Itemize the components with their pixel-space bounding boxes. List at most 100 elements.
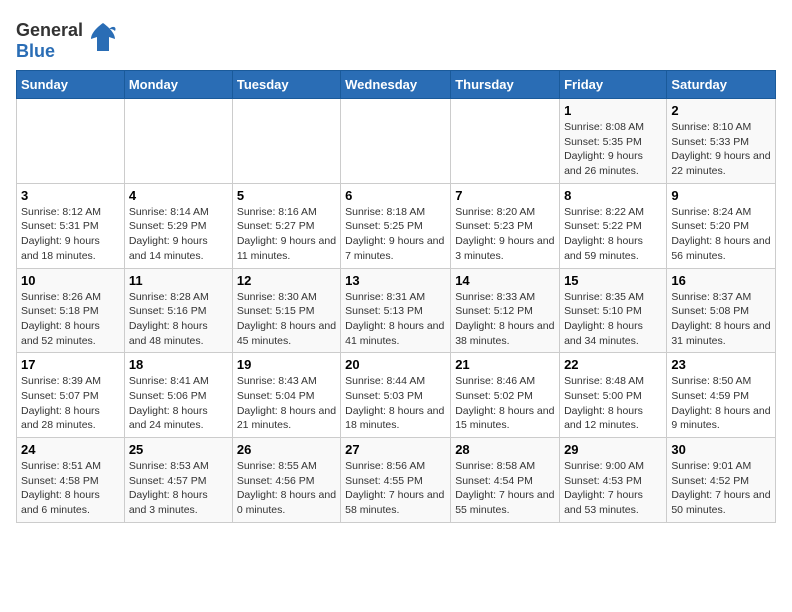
day-number: 29	[564, 442, 662, 457]
day-cell: 1 Sunrise: 8:08 AM Sunset: 5:35 PM Daylig…	[560, 99, 667, 184]
day-number: 22	[564, 357, 662, 372]
day-cell: 29 Sunrise: 9:00 AM Sunset: 4:53 PM Dayli…	[560, 438, 667, 523]
day-number: 18	[129, 357, 228, 372]
day-info: Sunrise: 8:28 AM Sunset: 5:16 PM Dayligh…	[129, 290, 228, 349]
day-cell: 23 Sunrise: 8:50 AM Sunset: 4:59 PM Dayli…	[667, 353, 776, 438]
day-cell: 3Sunrise: 8:12 AM Sunset: 5:31 PM Daylig…	[17, 183, 125, 268]
day-number: 6	[345, 188, 446, 203]
day-cell: 28 Sunrise: 8:58 AM Sunset: 4:54 PM Dayli…	[451, 438, 560, 523]
day-cell: 6 Sunrise: 8:18 AM Sunset: 5:25 PM Daylig…	[341, 183, 451, 268]
day-info: Sunrise: 8:43 AM Sunset: 5:04 PM Dayligh…	[237, 374, 336, 433]
day-number: 14	[455, 273, 555, 288]
day-header-monday: Monday	[124, 71, 232, 99]
week-row-1: 1 Sunrise: 8:08 AM Sunset: 5:35 PM Daylig…	[17, 99, 776, 184]
day-info: Sunrise: 8:08 AM Sunset: 5:35 PM Dayligh…	[564, 120, 662, 179]
day-cell	[232, 99, 340, 184]
day-cell: 21 Sunrise: 8:46 AM Sunset: 5:02 PM Dayli…	[451, 353, 560, 438]
day-number: 21	[455, 357, 555, 372]
day-number: 19	[237, 357, 336, 372]
day-cell: 14Sunrise: 8:33 AM Sunset: 5:12 PM Dayli…	[451, 268, 560, 353]
day-info: Sunrise: 8:56 AM Sunset: 4:55 PM Dayligh…	[345, 459, 446, 518]
day-info: Sunrise: 9:01 AM Sunset: 4:52 PM Dayligh…	[671, 459, 771, 518]
day-cell: 20 Sunrise: 8:44 AM Sunset: 5:03 PM Dayli…	[341, 353, 451, 438]
day-number: 15	[564, 273, 662, 288]
week-row-2: 3Sunrise: 8:12 AM Sunset: 5:31 PM Daylig…	[17, 183, 776, 268]
day-number: 9	[671, 188, 771, 203]
day-number: 30	[671, 442, 771, 457]
day-number: 17	[21, 357, 120, 372]
day-number: 4	[129, 188, 228, 203]
day-cell: 26Sunrise: 8:55 AM Sunset: 4:56 PM Dayli…	[232, 438, 340, 523]
day-number: 1	[564, 103, 662, 118]
calendar-body: 1 Sunrise: 8:08 AM Sunset: 5:35 PM Daylig…	[17, 99, 776, 523]
day-cell: 12 Sunrise: 8:30 AM Sunset: 5:15 PM Dayli…	[232, 268, 340, 353]
day-info: Sunrise: 8:44 AM Sunset: 5:03 PM Dayligh…	[345, 374, 446, 433]
day-info: Sunrise: 8:20 AM Sunset: 5:23 PM Dayligh…	[455, 205, 555, 264]
day-info: Sunrise: 9:00 AM Sunset: 4:53 PM Dayligh…	[564, 459, 662, 518]
day-info: Sunrise: 8:16 AM Sunset: 5:27 PM Dayligh…	[237, 205, 336, 264]
day-number: 27	[345, 442, 446, 457]
day-info: Sunrise: 8:30 AM Sunset: 5:15 PM Dayligh…	[237, 290, 336, 349]
day-number: 25	[129, 442, 228, 457]
day-header-friday: Friday	[560, 71, 667, 99]
day-info: Sunrise: 8:48 AM Sunset: 5:00 PM Dayligh…	[564, 374, 662, 433]
day-number: 20	[345, 357, 446, 372]
day-info: Sunrise: 8:14 AM Sunset: 5:29 PM Dayligh…	[129, 205, 228, 264]
day-info: Sunrise: 8:46 AM Sunset: 5:02 PM Dayligh…	[455, 374, 555, 433]
day-number: 16	[671, 273, 771, 288]
day-info: Sunrise: 8:22 AM Sunset: 5:22 PM Dayligh…	[564, 205, 662, 264]
day-cell: 27 Sunrise: 8:56 AM Sunset: 4:55 PM Dayli…	[341, 438, 451, 523]
day-cell: 22 Sunrise: 8:48 AM Sunset: 5:00 PM Dayli…	[560, 353, 667, 438]
day-info: Sunrise: 8:10 AM Sunset: 5:33 PM Dayligh…	[671, 120, 771, 179]
week-row-5: 24 Sunrise: 8:51 AM Sunset: 4:58 PM Dayli…	[17, 438, 776, 523]
logo-container: General Blue	[16, 20, 119, 62]
day-cell: 5 Sunrise: 8:16 AM Sunset: 5:27 PM Daylig…	[232, 183, 340, 268]
day-number: 28	[455, 442, 555, 457]
day-number: 13	[345, 273, 446, 288]
day-cell: 11Sunrise: 8:28 AM Sunset: 5:16 PM Dayli…	[124, 268, 232, 353]
day-cell: 15 Sunrise: 8:35 AM Sunset: 5:10 PM Dayli…	[560, 268, 667, 353]
day-cell: 17 Sunrise: 8:39 AM Sunset: 5:07 PM Dayli…	[17, 353, 125, 438]
logo-bird-icon	[87, 21, 119, 57]
calendar-table: SundayMondayTuesdayWednesdayThursdayFrid…	[16, 70, 776, 523]
day-info: Sunrise: 8:24 AM Sunset: 5:20 PM Dayligh…	[671, 205, 771, 264]
day-number: 3	[21, 188, 120, 203]
day-number: 24	[21, 442, 120, 457]
day-info: Sunrise: 8:37 AM Sunset: 5:08 PM Dayligh…	[671, 290, 771, 349]
day-info: Sunrise: 8:26 AM Sunset: 5:18 PM Dayligh…	[21, 290, 120, 349]
day-info: Sunrise: 8:31 AM Sunset: 5:13 PM Dayligh…	[345, 290, 446, 349]
day-cell	[124, 99, 232, 184]
day-cell: 25 Sunrise: 8:53 AM Sunset: 4:57 PM Dayli…	[124, 438, 232, 523]
day-header-saturday: Saturday	[667, 71, 776, 99]
day-cell: 18 Sunrise: 8:41 AM Sunset: 5:06 PM Dayli…	[124, 353, 232, 438]
logo-general: General	[16, 20, 83, 41]
day-cell: 4 Sunrise: 8:14 AM Sunset: 5:29 PM Daylig…	[124, 183, 232, 268]
logo-blue: Blue	[16, 41, 83, 62]
day-cell: 7Sunrise: 8:20 AM Sunset: 5:23 PM Daylig…	[451, 183, 560, 268]
day-cell: 16 Sunrise: 8:37 AM Sunset: 5:08 PM Dayli…	[667, 268, 776, 353]
week-row-3: 10 Sunrise: 8:26 AM Sunset: 5:18 PM Dayli…	[17, 268, 776, 353]
day-cell: 13 Sunrise: 8:31 AM Sunset: 5:13 PM Dayli…	[341, 268, 451, 353]
day-number: 26	[237, 442, 336, 457]
day-number: 5	[237, 188, 336, 203]
header: General Blue	[16, 16, 776, 62]
day-cell	[451, 99, 560, 184]
day-info: Sunrise: 8:51 AM Sunset: 4:58 PM Dayligh…	[21, 459, 120, 518]
day-header-sunday: Sunday	[17, 71, 125, 99]
day-number: 10	[21, 273, 120, 288]
day-header-thursday: Thursday	[451, 71, 560, 99]
day-info: Sunrise: 8:18 AM Sunset: 5:25 PM Dayligh…	[345, 205, 446, 264]
day-info: Sunrise: 8:35 AM Sunset: 5:10 PM Dayligh…	[564, 290, 662, 349]
day-cell	[17, 99, 125, 184]
day-cell: 2 Sunrise: 8:10 AM Sunset: 5:33 PM Daylig…	[667, 99, 776, 184]
header-row: SundayMondayTuesdayWednesdayThursdayFrid…	[17, 71, 776, 99]
day-info: Sunrise: 8:50 AM Sunset: 4:59 PM Dayligh…	[671, 374, 771, 433]
day-info: Sunrise: 8:41 AM Sunset: 5:06 PM Dayligh…	[129, 374, 228, 433]
day-info: Sunrise: 8:39 AM Sunset: 5:07 PM Dayligh…	[21, 374, 120, 433]
day-number: 12	[237, 273, 336, 288]
day-info: Sunrise: 8:53 AM Sunset: 4:57 PM Dayligh…	[129, 459, 228, 518]
day-info: Sunrise: 8:58 AM Sunset: 4:54 PM Dayligh…	[455, 459, 555, 518]
day-cell: 19 Sunrise: 8:43 AM Sunset: 5:04 PM Dayli…	[232, 353, 340, 438]
day-number: 23	[671, 357, 771, 372]
day-number: 2	[671, 103, 771, 118]
